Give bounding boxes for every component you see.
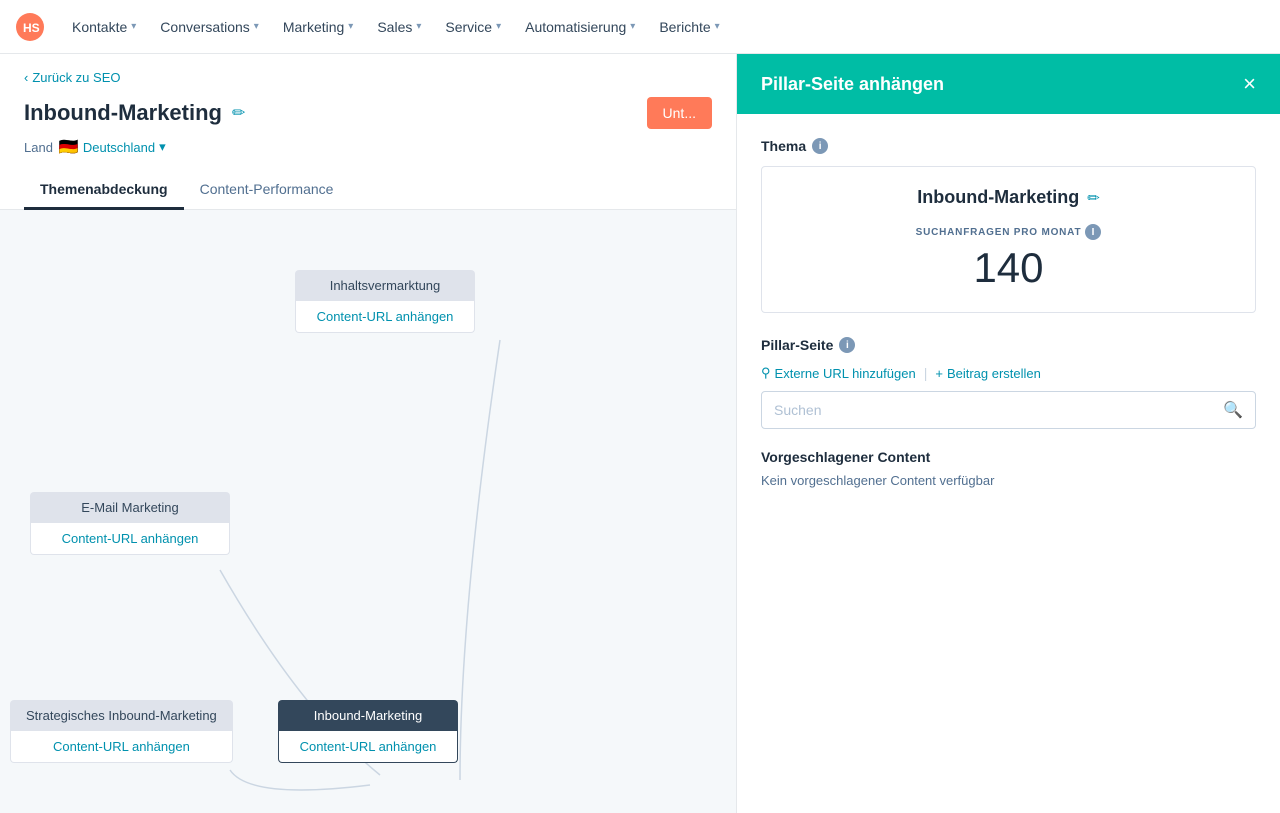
thema-section-label: Thema i	[761, 138, 1256, 154]
node-inhaltsvermarktung-header: Inhaltsvermarktung	[295, 270, 475, 301]
chevron-down-icon: ▾	[159, 139, 166, 155]
chevron-down-icon: ▾	[715, 21, 720, 32]
tabs-row: Themenabdeckung Content-Performance	[24, 171, 712, 209]
page-header: ‹ Zurück zu SEO Inbound-Marketing ✏ Unt.…	[0, 54, 736, 210]
node-pillar-center-link[interactable]: Content-URL anhängen	[278, 731, 458, 763]
suchanfragen-info-icon[interactable]: i	[1085, 224, 1101, 240]
plus-icon: +	[935, 366, 943, 381]
node-strategisches-header: Strategisches Inbound-Marketing	[10, 700, 233, 731]
tab-content-performance[interactable]: Content-Performance	[184, 171, 350, 210]
country-row: Land 🇩🇪 Deutschland ▾	[24, 137, 712, 157]
action-button[interactable]: Unt...	[647, 97, 712, 129]
node-email-marketing: E-Mail Marketing Content-URL anhängen	[30, 492, 230, 555]
link-icon: ⚲	[761, 365, 771, 381]
country-selector[interactable]: 🇩🇪 Deutschland ▾	[59, 137, 166, 157]
search-button[interactable]: 🔍	[1211, 392, 1255, 428]
right-panel: Pillar-Seite anhängen × Thema i Inbound-…	[736, 54, 1280, 813]
node-strategisches: Strategisches Inbound-Marketing Content-…	[10, 700, 233, 763]
nav-items: Kontakte ▾ Conversations ▾ Marketing ▾ S…	[60, 0, 732, 53]
node-email-marketing-link[interactable]: Content-URL anhängen	[30, 523, 230, 555]
suchanfragen-value: 140	[782, 244, 1235, 292]
nav-berichte[interactable]: Berichte ▾	[647, 0, 731, 53]
separator: |	[924, 365, 928, 381]
search-input[interactable]	[762, 394, 1211, 426]
nav-automatisierung[interactable]: Automatisierung ▾	[513, 0, 647, 53]
chevron-down-icon: ▾	[630, 21, 635, 32]
vorgeschlagener-title: Vorgeschlagener Content	[761, 449, 1256, 465]
no-content-text: Kein vorgeschlagener Content verfügbar	[761, 473, 1256, 488]
node-strategisches-link[interactable]: Content-URL anhängen	[10, 731, 233, 763]
flag-icon: 🇩🇪	[59, 137, 79, 157]
vorgeschlagener-section: Vorgeschlagener Content Kein vorgeschlag…	[761, 449, 1256, 488]
chevron-down-icon: ▾	[254, 21, 259, 32]
page-title: Inbound-Marketing	[24, 100, 222, 126]
thema-info-icon[interactable]: i	[812, 138, 828, 154]
thema-card-title: Inbound-Marketing	[917, 187, 1079, 208]
chevron-down-icon: ▾	[131, 21, 136, 32]
node-pillar-center-header: Inbound-Marketing	[278, 700, 458, 731]
chevron-down-icon: ▾	[496, 21, 501, 32]
node-inhaltsvermarktung-link[interactable]: Content-URL anhängen	[295, 301, 475, 333]
chevron-down-icon: ▾	[416, 21, 421, 32]
beitrag-erstellen-link[interactable]: + Beitrag erstellen	[935, 366, 1041, 381]
panel-header: Pillar-Seite anhängen ×	[737, 54, 1280, 114]
node-pillar-center: Inbound-Marketing Content-URL anhängen	[278, 700, 458, 763]
panel-title: Pillar-Seite anhängen	[761, 74, 944, 95]
pillar-seite-info-icon[interactable]: i	[839, 337, 855, 353]
search-box: 🔍	[761, 391, 1256, 429]
suchanfragen-label: SUCHANFRAGEN PRO MONAT i	[782, 224, 1235, 240]
diagram-area: Inhaltsvermarktung Content-URL anhängen …	[0, 210, 736, 813]
panel-body: Thema i Inbound-Marketing ✏ SUCHANFRAGEN…	[737, 114, 1280, 813]
nav-service[interactable]: Service ▾	[433, 0, 513, 53]
back-link[interactable]: ‹ Zurück zu SEO	[24, 70, 712, 85]
tab-themenabdeckung[interactable]: Themenabdeckung	[24, 171, 184, 210]
panel-close-button[interactable]: ×	[1243, 73, 1256, 95]
chevron-down-icon: ▾	[348, 21, 353, 32]
nav-sales[interactable]: Sales ▾	[365, 0, 433, 53]
left-content: ‹ Zurück zu SEO Inbound-Marketing ✏ Unt.…	[0, 54, 736, 813]
page-title-left: Inbound-Marketing ✏	[24, 100, 245, 126]
search-icon: 🔍	[1223, 402, 1243, 419]
thema-edit-icon[interactable]: ✏	[1087, 189, 1100, 207]
back-arrow-icon: ‹	[24, 70, 28, 85]
top-navigation: HS Kontakte ▾ Conversations ▾ Marketing …	[0, 0, 1280, 54]
thema-card: Inbound-Marketing ✏ SUCHANFRAGEN PRO MON…	[761, 166, 1256, 313]
hubspot-logo: HS	[16, 13, 44, 41]
main-layout: ‹ Zurück zu SEO Inbound-Marketing ✏ Unt.…	[0, 54, 1280, 813]
pillar-seite-label: Pillar-Seite i	[761, 337, 1256, 353]
pillar-seite-section: Pillar-Seite i ⚲ Externe URL hinzufügen …	[761, 337, 1256, 429]
externe-url-link[interactable]: ⚲ Externe URL hinzufügen	[761, 365, 916, 381]
edit-title-icon[interactable]: ✏	[232, 103, 245, 123]
node-inhaltsvermarktung: Inhaltsvermarktung Content-URL anhängen	[295, 270, 475, 333]
svg-text:HS: HS	[23, 21, 40, 35]
node-email-marketing-header: E-Mail Marketing	[30, 492, 230, 523]
nav-conversations[interactable]: Conversations ▾	[148, 0, 271, 53]
nav-kontakte[interactable]: Kontakte ▾	[60, 0, 148, 53]
thema-card-title-row: Inbound-Marketing ✏	[782, 187, 1235, 208]
nav-marketing[interactable]: Marketing ▾	[271, 0, 366, 53]
page-title-row: Inbound-Marketing ✏ Unt...	[24, 97, 712, 129]
pillar-actions: ⚲ Externe URL hinzufügen | + Beitrag ers…	[761, 365, 1256, 381]
